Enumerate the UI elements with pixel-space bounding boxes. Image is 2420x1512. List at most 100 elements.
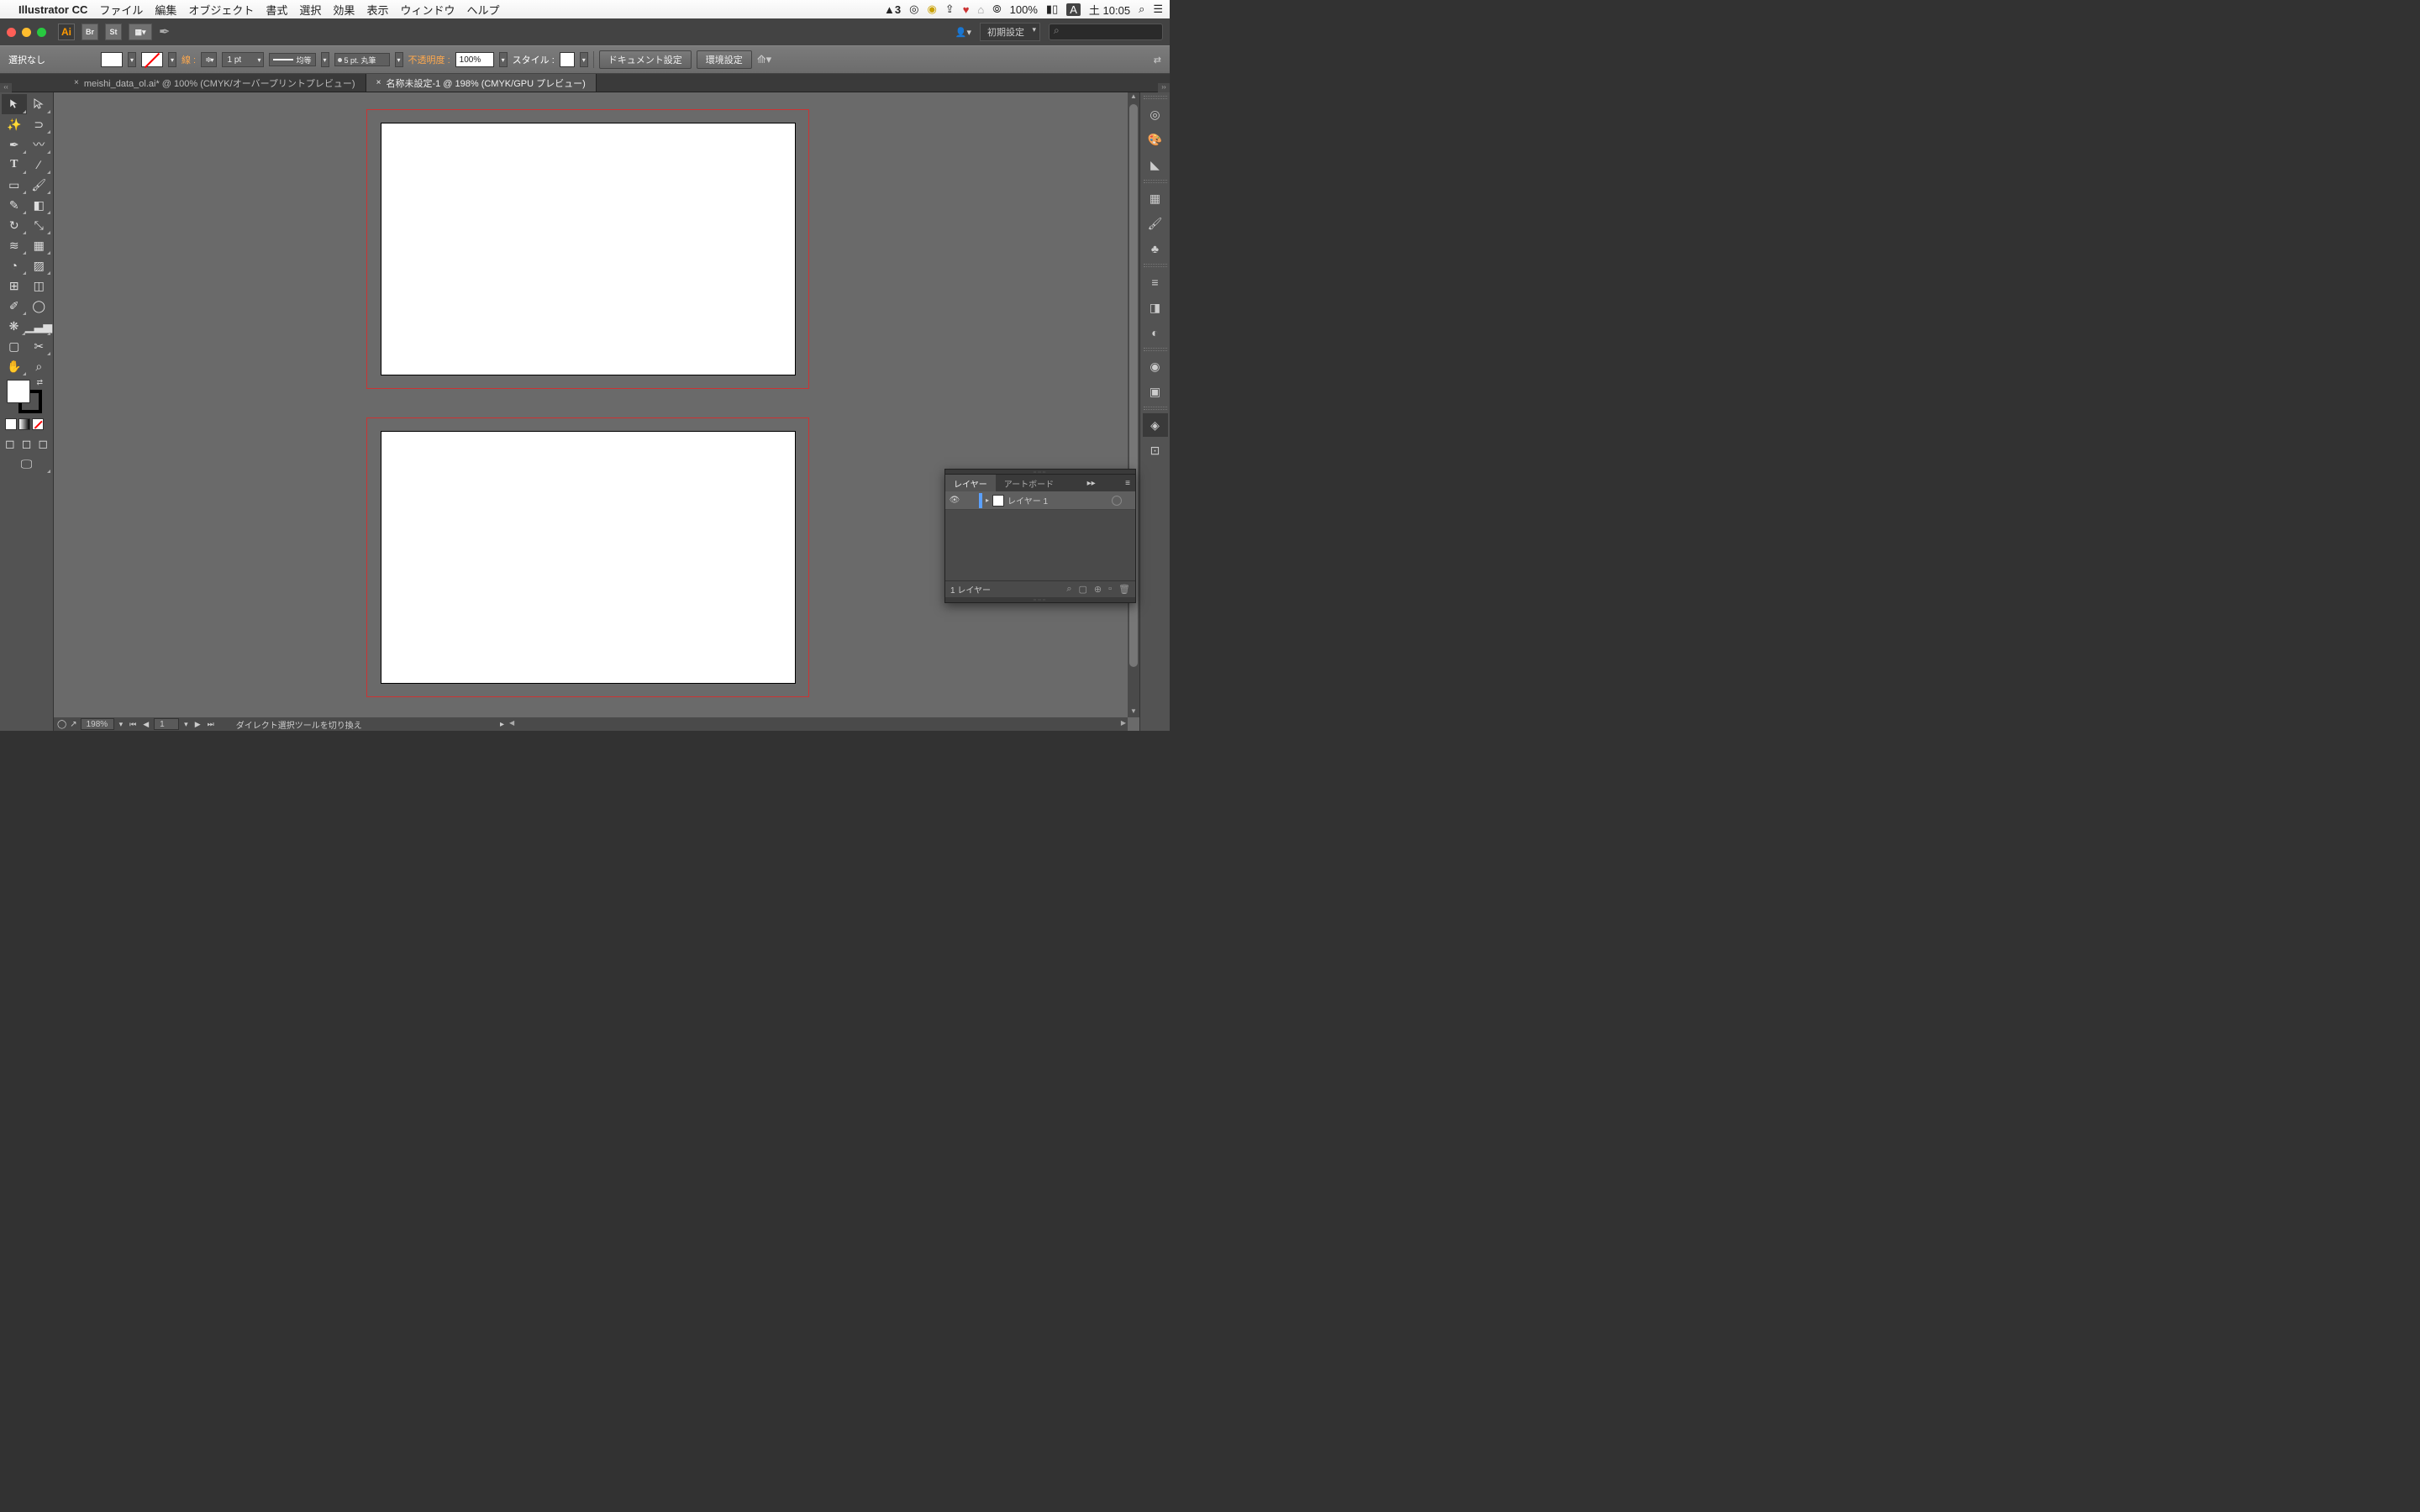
close-tab-icon[interactable]: × <box>74 78 79 87</box>
stock-button[interactable]: St <box>105 24 122 40</box>
slice-tool[interactable]: ✂ <box>27 336 52 356</box>
zoom-field[interactable]: 198% <box>81 718 114 730</box>
cc-libraries-icon[interactable]: ◎ <box>1143 102 1168 126</box>
rectangle-tool[interactable]: ▭ <box>2 175 27 195</box>
locate-layer-icon[interactable]: ⌕ <box>1066 584 1071 595</box>
window-minimize-button[interactable] <box>22 28 31 37</box>
eraser-tool[interactable]: ◧ <box>27 195 52 215</box>
color-panel-icon[interactable]: 🎨 <box>1143 128 1168 151</box>
free-transform-tool[interactable]: ▦ <box>27 235 52 255</box>
app-search-input[interactable] <box>1049 24 1163 40</box>
control-menu-icon[interactable]: ⇄ <box>1154 55 1161 66</box>
workspace-switcher[interactable]: 初期設定 <box>980 23 1040 41</box>
width-tool[interactable]: ≋ <box>2 235 27 255</box>
battery-text[interactable]: 100% <box>1010 3 1038 16</box>
color-mode-icon[interactable] <box>5 418 17 430</box>
panel-resize-grip[interactable]: ┄┄┄ <box>945 597 1135 602</box>
transparency-panel-icon[interactable]: ◐ <box>1143 321 1168 344</box>
opacity-input[interactable]: 100% <box>455 52 494 67</box>
horizontal-scrollbar[interactable]: ◀ ▶ <box>508 717 1128 731</box>
visibility-toggle-icon[interactable]: 👁 <box>949 496 960 505</box>
preferences-button[interactable]: 環境設定 <box>697 50 752 69</box>
panel-collapse-icon[interactable]: ▸▸ <box>1082 479 1101 488</box>
symbols-panel-icon[interactable]: ♣ <box>1143 237 1168 260</box>
target-icon[interactable] <box>1112 496 1122 506</box>
fill-dropdown[interactable] <box>128 52 136 67</box>
menu-view[interactable]: 表示 <box>366 2 388 18</box>
scroll-right-icon[interactable]: ▶ <box>1121 719 1126 727</box>
clock[interactable]: 土 10:05 <box>1089 2 1130 18</box>
fill-color[interactable] <box>7 380 30 403</box>
delete-layer-icon[interactable]: 🗑 <box>1118 584 1130 595</box>
type-tool[interactable]: T <box>2 155 27 175</box>
graphic-styles-icon[interactable]: ▣ <box>1143 380 1168 403</box>
wifi-icon[interactable]: ⦾ <box>992 3 1001 16</box>
zoom-tool[interactable]: ⌕ <box>27 356 52 376</box>
share-status-icon[interactable]: ↗ <box>70 720 76 729</box>
pen-tool[interactable]: ✒ <box>2 134 27 155</box>
style-swatch[interactable] <box>560 52 575 67</box>
clip-mask-icon[interactable]: ▢ <box>1079 584 1087 595</box>
menu-file[interactable]: ファイル <box>99 2 143 18</box>
artboards-panel-icon[interactable]: ⊡ <box>1143 438 1168 462</box>
draw-behind-icon[interactable]: ◻ <box>18 433 35 454</box>
brush-dropdown[interactable] <box>395 52 403 67</box>
artboard-tool[interactable]: ▢ <box>2 336 27 356</box>
menu-edit[interactable]: 編集 <box>155 2 176 18</box>
isolate-icon[interactable]: ⟰▾ <box>757 53 771 66</box>
user-icon[interactable]: 👤▾ <box>955 27 971 38</box>
scroll-up-icon[interactable]: ▲ <box>1128 92 1139 102</box>
mesh-tool[interactable]: ⊞ <box>2 276 27 296</box>
shape-builder-tool[interactable]: ◔ <box>2 255 27 276</box>
dock-collapse-button[interactable]: ›› <box>1158 83 1170 92</box>
disclosure-icon[interactable]: ▸ <box>986 496 989 504</box>
scroll-left-icon[interactable]: ◀ <box>509 719 514 727</box>
brushes-panel-icon[interactable]: 🖌 <box>1143 212 1168 235</box>
stroke-panel-icon[interactable]: ≡ <box>1143 270 1168 294</box>
first-artboard-button[interactable]: ⏮ <box>128 720 138 729</box>
last-artboard-button[interactable]: ⏭ <box>206 720 216 729</box>
panel-menu-icon[interactable]: ≡ <box>1120 479 1135 488</box>
gpu-status-icon[interactable]: ◯ <box>57 720 66 729</box>
blend-tool[interactable]: ◯ <box>27 296 52 316</box>
menu-list-icon[interactable]: ☰ <box>1153 3 1163 16</box>
screen-mode-button[interactable]: 🖵 <box>2 454 51 474</box>
new-layer-icon[interactable]: ▫ <box>1108 584 1112 595</box>
scale-tool[interactable]: ⤡ <box>27 215 52 235</box>
menu-window[interactable]: ウィンドウ <box>400 2 455 18</box>
draw-inside-icon[interactable]: ◻ <box>34 433 51 454</box>
document-tab-1[interactable]: × meishi_data_ol.ai* @ 100% (CMYK/オーバープリ… <box>64 74 366 92</box>
column-graph-tool[interactable]: ▁▃▅ <box>26 316 51 336</box>
opacity-dropdown[interactable] <box>499 52 508 67</box>
stroke-profile-display[interactable]: 均等 <box>269 53 316 66</box>
swatches-panel-icon[interactable]: ▦ <box>1143 186 1168 210</box>
prev-artboard-button[interactable]: ◀ <box>141 720 150 729</box>
menu-effect[interactable]: 効果 <box>333 2 355 18</box>
stroke-dropdown[interactable] <box>168 52 176 67</box>
stroke-weight-stepper[interactable]: ≑ <box>201 52 216 67</box>
sync-icon[interactable]: ◉ <box>927 3 936 16</box>
draw-normal-icon[interactable]: ◻ <box>2 433 18 454</box>
battery-icon[interactable]: ▮▯ <box>1046 3 1058 16</box>
shield-icon[interactable]: ♥ <box>963 3 970 16</box>
share-icon[interactable]: ⇪ <box>945 3 955 16</box>
arrange-docs-button[interactable]: ▦▾ <box>129 24 152 40</box>
status-menu-icon[interactable]: ▸ <box>500 720 504 729</box>
window-maximize-button[interactable] <box>37 28 46 37</box>
document-tab-2[interactable]: × 名称未設定-1 @ 198% (CMYK/GPU プレビュー) <box>366 74 597 92</box>
document-setup-button[interactable]: ドキュメント設定 <box>599 50 692 69</box>
swap-fill-stroke-icon[interactable]: ⇄ <box>36 378 43 387</box>
ime-icon[interactable]: A <box>1066 3 1081 16</box>
color-guide-icon[interactable]: ◣ <box>1143 153 1168 176</box>
gpu-icon[interactable]: ✒ <box>159 24 170 40</box>
stroke-weight-select[interactable]: 1 pt <box>222 52 264 67</box>
close-tab-icon[interactable]: × <box>376 78 381 87</box>
lasso-tool[interactable]: ⊃ <box>27 114 52 134</box>
artboard-1[interactable] <box>381 123 795 375</box>
magic-wand-tool[interactable]: ✨ <box>2 114 27 134</box>
menu-type[interactable]: 書式 <box>266 2 287 18</box>
stroke-profile-dropdown[interactable] <box>321 52 329 67</box>
appearance-panel-icon[interactable]: ◉ <box>1143 354 1168 378</box>
cc-icon[interactable]: ◎ <box>909 3 918 16</box>
rotate-tool[interactable]: ↻ <box>2 215 27 235</box>
